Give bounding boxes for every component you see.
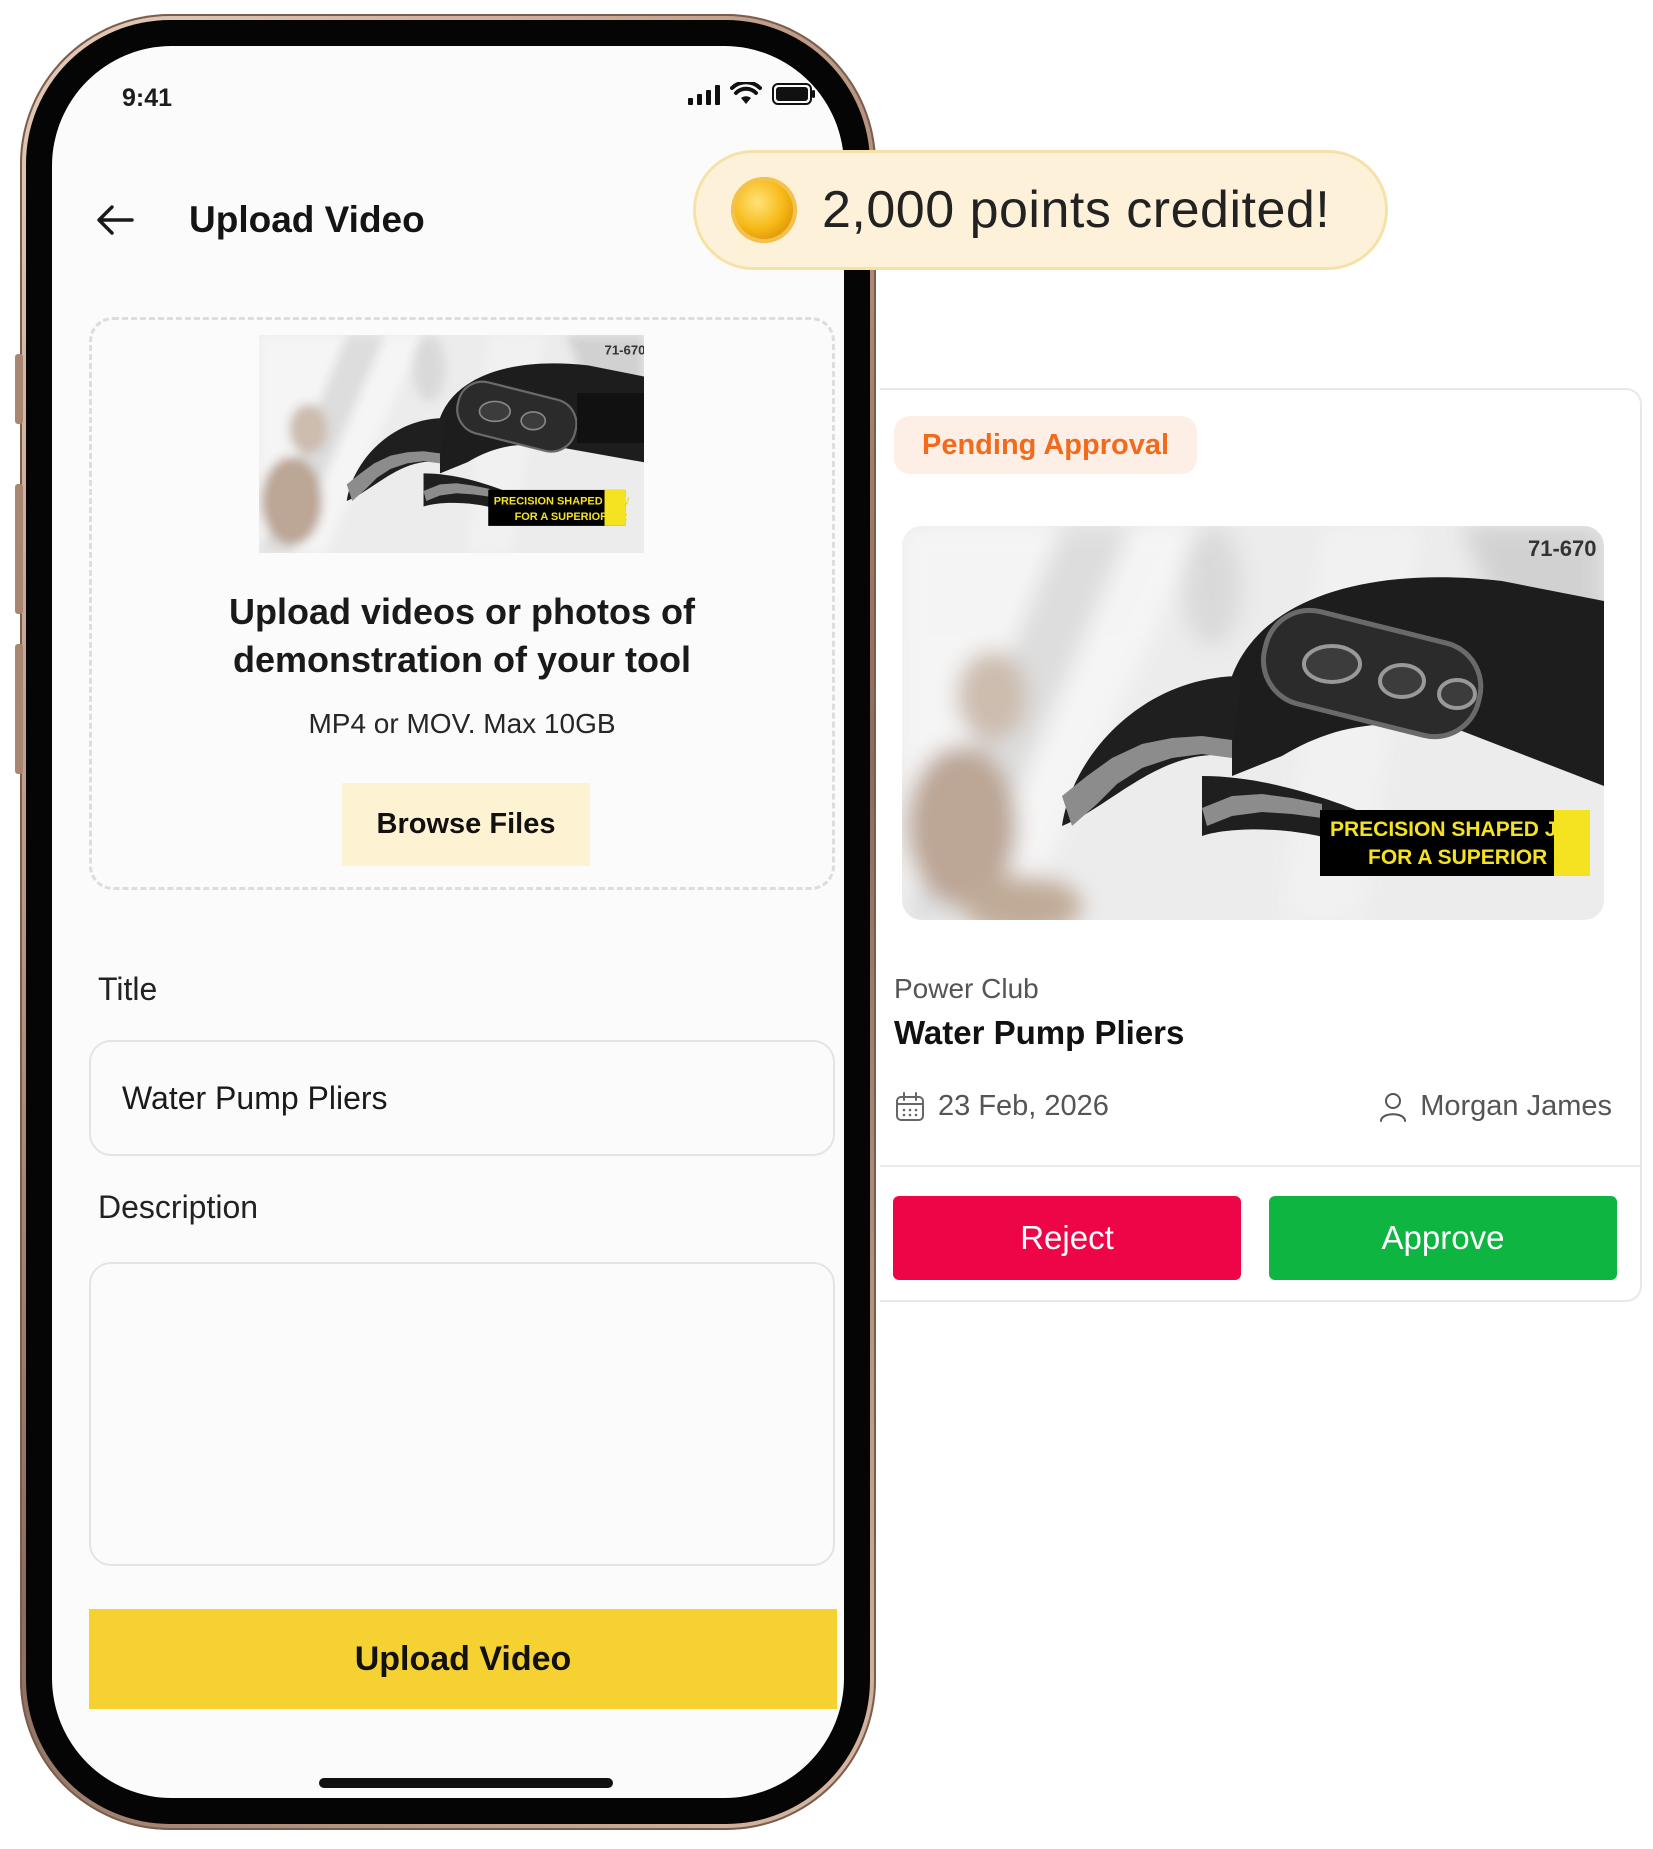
description-label: Description [98, 1189, 259, 1225]
page-title: Upload Video [189, 199, 425, 240]
video-thumbnail[interactable]: 71-670 PRECISION SHAPED JAW FOR A SUPERI… [902, 526, 1604, 920]
pliers-image: 71-670 PRECISION SHAPED JAW FOR A SUPERI… [259, 335, 644, 553]
approve-button[interactable]: Approve [1269, 1196, 1617, 1280]
home-indicator[interactable] [319, 1778, 613, 1788]
volume-up-button [15, 484, 23, 614]
status-time: 9:41 [122, 84, 173, 112]
description-textarea[interactable] [89, 1262, 835, 1566]
upload-date: 23 Feb, 2026 [894, 1090, 1109, 1123]
upload-formats: MP4 or MOV. Max 10GB [308, 708, 616, 739]
points-toast: 2,000 points credited! [693, 150, 1388, 270]
toast-message: 2,000 points credited! [822, 181, 1331, 239]
phone-bezel: 9:41 Upload Video 71-670 PRECISION SHAPE… [26, 20, 870, 1824]
upload-video-button[interactable]: Upload Video [89, 1609, 837, 1709]
author-name: Morgan James [1420, 1090, 1612, 1122]
model-number: 71-670 [605, 342, 644, 357]
phone-frame: 9:41 Upload Video 71-670 PRECISION SHAPE… [15, 14, 876, 1830]
caption-line1: PRECISION SHAPED JAW [494, 495, 630, 507]
upload-heading-line1: Upload videos or photos of [229, 591, 695, 632]
battery-icon [772, 83, 815, 105]
title-label: Title [98, 971, 158, 1007]
user-icon [1380, 1092, 1407, 1122]
upload-dropzone[interactable]: 71-670 PRECISION SHAPED JAW FOR A SUPERI… [89, 317, 835, 890]
uploaded-thumbnail: 71-670 PRECISION SHAPED JAW FOR A SUPERI… [259, 335, 644, 553]
club-name: Power Club [894, 973, 1039, 1004]
back-arrow-icon[interactable] [92, 196, 140, 244]
review-card: Pending Approval 71-670 PRECISION SHAPED… [880, 388, 1642, 1302]
mute-switch [15, 354, 23, 424]
pliers-image-large: 71-670 PRECISION SHAPED JAW FOR A SUPERI… [902, 526, 1604, 920]
date-text: 23 Feb, 2026 [938, 1090, 1109, 1122]
card-divider [880, 1165, 1640, 1167]
coin-icon [731, 177, 797, 243]
signal-icon [688, 83, 720, 105]
status-badge: Pending Approval [894, 416, 1198, 474]
video-title: Water Pump Pliers [894, 1014, 1185, 1051]
author: Morgan James [1378, 1090, 1612, 1123]
browse-files-button[interactable]: Browse Files [342, 783, 590, 866]
model-number-large: 71-670 [1528, 536, 1597, 561]
title-input-value: Water Pump Pliers [122, 1079, 388, 1116]
upload-heading-line2: demonstration of your tool [233, 639, 691, 680]
volume-down-button [15, 644, 23, 774]
phone-screen: 9:41 Upload Video 71-670 PRECISION SHAPE… [52, 46, 844, 1798]
caption-line1-large: PRECISION SHAPED JAW [1330, 818, 1590, 841]
wifi-icon [730, 82, 762, 104]
reject-button[interactable]: Reject [893, 1196, 1241, 1280]
caption-line2-large: FOR A SUPERIOR GR [1368, 846, 1585, 869]
caption-line2: FOR A SUPERIOR GR [515, 511, 628, 523]
status-icons [688, 82, 816, 106]
upload-heading: Upload videos or photos of demonstration… [92, 588, 832, 684]
title-input[interactable]: Water Pump Pliers [89, 1040, 835, 1156]
calendar-icon [896, 1091, 924, 1121]
